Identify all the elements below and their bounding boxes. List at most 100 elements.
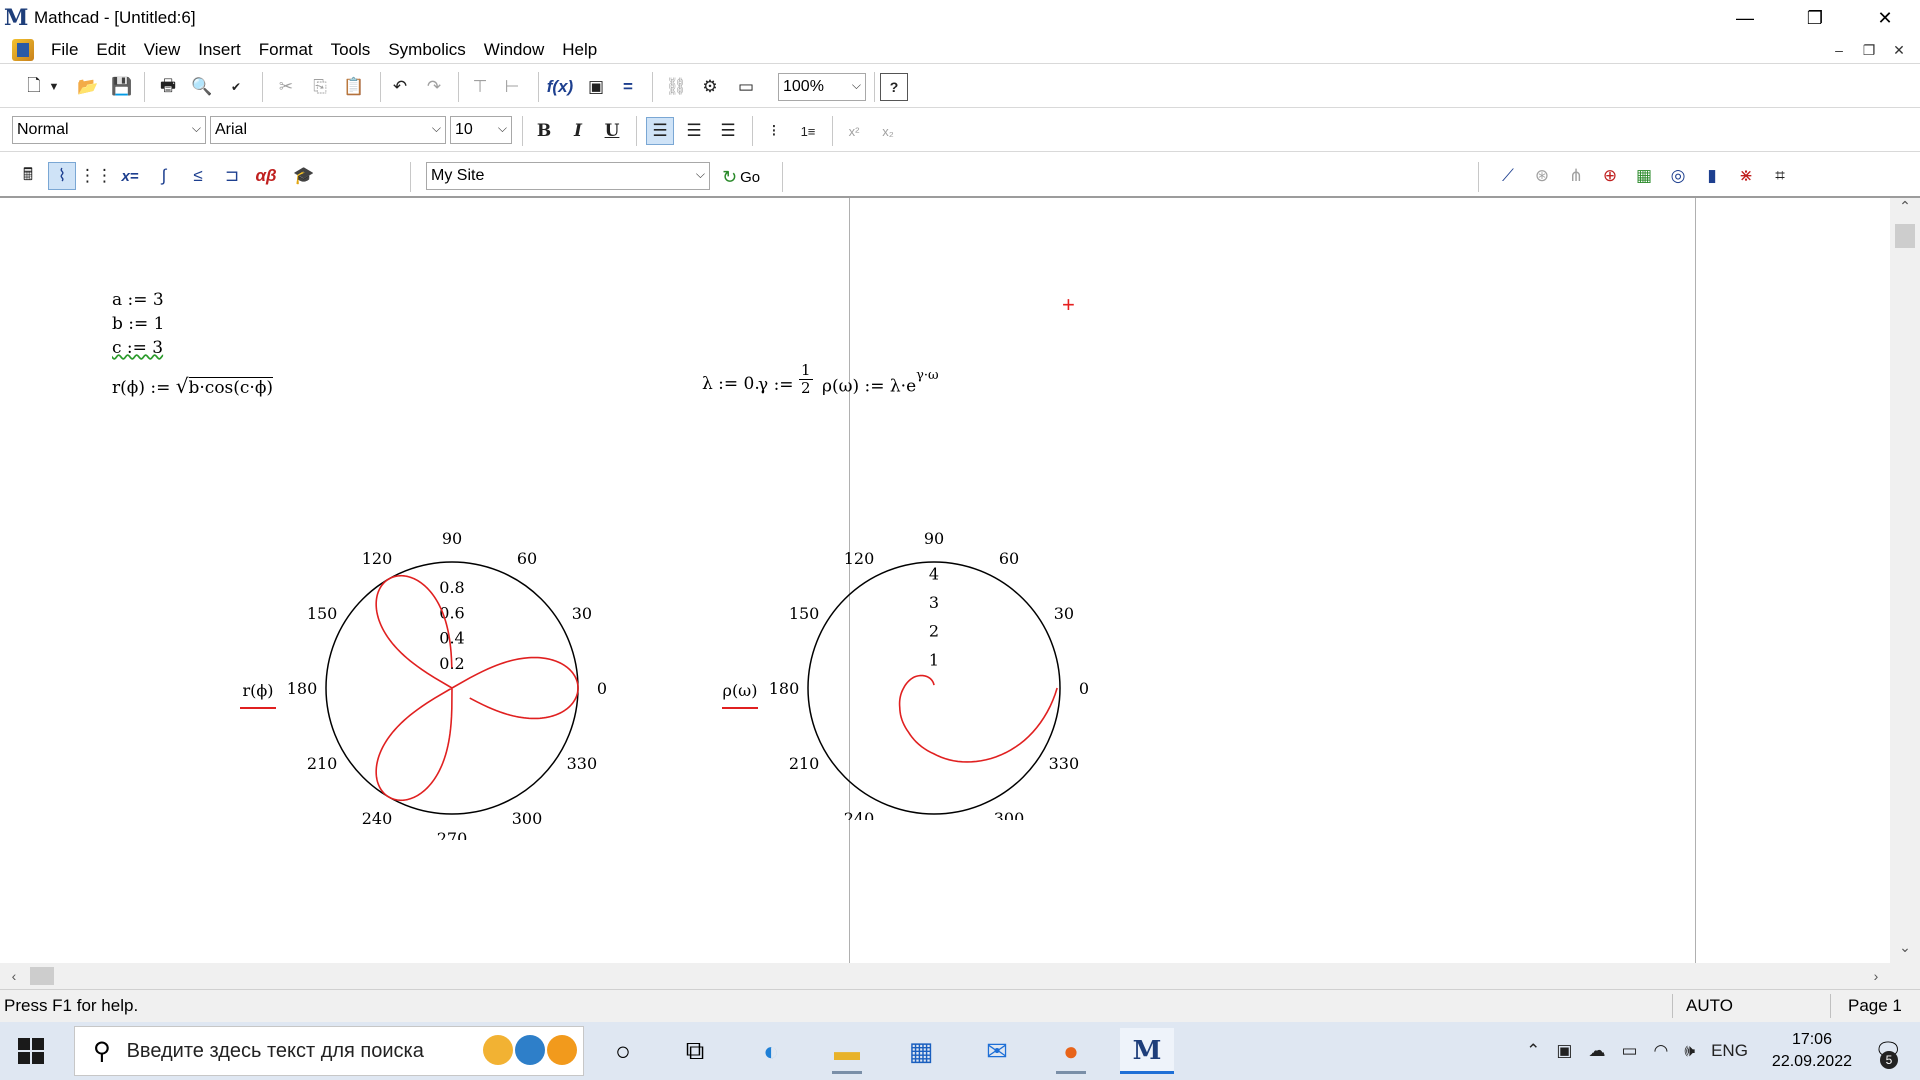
- italic-button[interactable]: I: [564, 117, 592, 145]
- document-system-menu-icon[interactable]: [12, 38, 34, 61]
- menu-window[interactable]: Window: [484, 40, 544, 60]
- doc-restore-button[interactable]: ❐: [1854, 42, 1884, 59]
- copy-icon[interactable]: ⎘: [306, 73, 334, 101]
- menu-help[interactable]: Help: [562, 40, 597, 60]
- cut-icon[interactable]: ✂: [272, 73, 300, 101]
- doc-minimize-button[interactable]: –: [1824, 42, 1854, 58]
- minimize-button[interactable]: —: [1710, 0, 1780, 36]
- edge-icon[interactable]: ◐: [744, 1028, 798, 1074]
- align-right-icon[interactable]: ☰: [714, 117, 742, 145]
- spell-check-icon[interactable]: ✔: [222, 73, 250, 101]
- menu-format[interactable]: Format: [259, 40, 313, 60]
- restore-button[interactable]: ❐: [1780, 0, 1850, 36]
- bullets-icon[interactable]: ⁝: [760, 117, 788, 145]
- symbolic-palette-icon[interactable]: 🎓: [290, 162, 318, 190]
- 3d-bar-icon[interactable]: ◎: [1664, 162, 1692, 190]
- undo-icon[interactable]: ↶: [386, 73, 414, 101]
- paste-icon[interactable]: 📋: [340, 73, 368, 101]
- surface-plot-icon[interactable]: ⋔: [1562, 162, 1590, 190]
- align-across-icon[interactable]: ⊤: [466, 73, 494, 101]
- firefox-icon[interactable]: ●: [1044, 1028, 1098, 1074]
- calculator-palette-icon[interactable]: 🖩: [14, 162, 42, 190]
- calculate-icon[interactable]: =: [614, 73, 642, 101]
- polar-plot-rho[interactable]: 03060901201501802102402703003304321ρ(ω)ω: [712, 440, 1112, 888]
- definition-b[interactable]: b := 1: [112, 314, 164, 334]
- save-icon[interactable]: 💾: [108, 73, 136, 101]
- font-select[interactable]: Arial ⌵: [210, 116, 446, 144]
- definition-r[interactable]: r(ϕ) := √b·cos(c·ϕ): [112, 374, 274, 398]
- windows-start-icon[interactable]: [18, 1038, 44, 1064]
- zoom-select[interactable]: 100% ⌵: [778, 73, 866, 101]
- definition-gamma[interactable]: γ := 1 2: [758, 362, 813, 397]
- help-icon[interactable]: ?: [880, 73, 908, 101]
- definition-rho[interactable]: ρ(ω) := λ·eγ·ω: [822, 368, 939, 397]
- file-explorer-icon[interactable]: ▬: [820, 1028, 874, 1074]
- menu-file[interactable]: File: [51, 40, 78, 60]
- horizontal-scrollbar[interactable]: ‹ ›: [0, 963, 1890, 989]
- vertical-scroll-thumb[interactable]: [1895, 224, 1915, 248]
- menu-edit[interactable]: Edit: [96, 40, 125, 60]
- scroll-up-icon[interactable]: ⌃: [1890, 198, 1920, 222]
- boolean-palette-icon[interactable]: ≤: [184, 162, 212, 190]
- evaluation-palette-icon[interactable]: x=: [116, 162, 144, 190]
- print-preview-icon[interactable]: 🔍: [188, 73, 216, 101]
- underline-button[interactable]: U: [598, 117, 626, 145]
- align-down-icon[interactable]: ⊢: [498, 73, 526, 101]
- menu-tools[interactable]: Tools: [331, 40, 371, 60]
- bar-plot-icon[interactable]: ▮: [1698, 162, 1726, 190]
- insert-component-icon[interactable]: ⚙: [696, 73, 724, 101]
- polar-plot-r[interactable]: 0 30 60 90 120 150 180 210 240 270 300 330 0.8 0.6 0.4…: [230, 460, 630, 888]
- mathcad-taskbar-icon[interactable]: M: [1120, 1028, 1174, 1074]
- meet-now-icon[interactable]: ▣: [1556, 1041, 1572, 1061]
- insert-function-icon[interactable]: f(x): [546, 73, 574, 101]
- clock[interactable]: 17:06 22.09.2022: [1772, 1029, 1852, 1073]
- polar-plot-icon[interactable]: ⊛: [1528, 162, 1556, 190]
- scroll-right-icon[interactable]: ›: [1864, 963, 1888, 989]
- new-dropdown-icon[interactable]: ▼: [46, 73, 62, 101]
- align-left-icon[interactable]: ☰: [646, 117, 674, 145]
- redo-icon[interactable]: ↷: [420, 73, 448, 101]
- matrix-palette-icon[interactable]: ⋮⋮: [79, 162, 113, 190]
- taskbar-search-box[interactable]: ⚲ Введите здесь текст для поиска: [74, 1026, 584, 1076]
- site-select[interactable]: My Site ⌵: [426, 162, 710, 190]
- mail-icon[interactable]: ✉: [970, 1028, 1024, 1074]
- insert-hyperlink-icon[interactable]: ⛓: [662, 73, 690, 101]
- new-document-icon[interactable]: 🗋: [20, 73, 48, 101]
- go-button[interactable]: ↻ Go: [722, 167, 760, 188]
- menu-insert[interactable]: Insert: [198, 40, 241, 60]
- contour-plot-icon[interactable]: ⊕: [1596, 162, 1624, 190]
- notifications-icon[interactable]: 🗨5: [1868, 1031, 1908, 1071]
- open-folder-icon[interactable]: 📂: [74, 73, 102, 101]
- volume-icon[interactable]: 🕪: [1684, 1041, 1695, 1061]
- onedrive-icon[interactable]: ☁: [1588, 1041, 1605, 1061]
- doc-close-button[interactable]: ✕: [1884, 42, 1914, 59]
- store-icon[interactable]: ▦: [894, 1028, 948, 1074]
- wifi-icon[interactable]: ◠: [1654, 1041, 1669, 1061]
- insert-unit-icon[interactable]: ▣: [582, 73, 610, 101]
- close-button[interactable]: ✕: [1850, 0, 1920, 36]
- print-icon[interactable]: 🖶: [154, 73, 182, 101]
- 3d-scatter-icon[interactable]: ▦: [1630, 162, 1658, 190]
- scroll-down-icon[interactable]: ⌄: [1890, 939, 1920, 963]
- numbering-icon[interactable]: 1≡: [794, 117, 822, 145]
- calculus-palette-icon[interactable]: ∫: [150, 162, 178, 190]
- resources-window-icon[interactable]: ▭: [732, 73, 760, 101]
- xy-plot-icon[interactable]: ⟋: [1494, 162, 1522, 190]
- cortana-icon[interactable]: ○: [596, 1028, 650, 1074]
- tray-overflow-icon[interactable]: ⌃: [1526, 1041, 1540, 1061]
- worksheet[interactable]: + a := 3 b := 1 c := 3 r(ϕ) := √b·cos(c·…: [0, 198, 1890, 963]
- graph-palette-icon[interactable]: ⌇: [48, 162, 76, 190]
- vertical-scrollbar[interactable]: ⌃ ⌄: [1890, 198, 1920, 963]
- task-view-icon[interactable]: ⧉: [668, 1028, 722, 1074]
- programming-palette-icon[interactable]: ⊐: [218, 162, 246, 190]
- definition-lambda[interactable]: λ := 0.: [702, 374, 760, 394]
- greek-palette-icon[interactable]: αβ: [252, 162, 280, 190]
- menu-symbolics[interactable]: Symbolics: [388, 40, 465, 60]
- menu-view[interactable]: View: [144, 40, 181, 60]
- horizontal-scroll-thumb[interactable]: [30, 967, 54, 985]
- font-size-select[interactable]: 10 ⌵: [450, 116, 512, 144]
- scroll-left-icon[interactable]: ‹: [2, 963, 26, 989]
- definition-a[interactable]: a := 3: [112, 290, 164, 310]
- language-indicator[interactable]: ENG: [1711, 1041, 1748, 1061]
- align-center-icon[interactable]: ☰: [680, 117, 708, 145]
